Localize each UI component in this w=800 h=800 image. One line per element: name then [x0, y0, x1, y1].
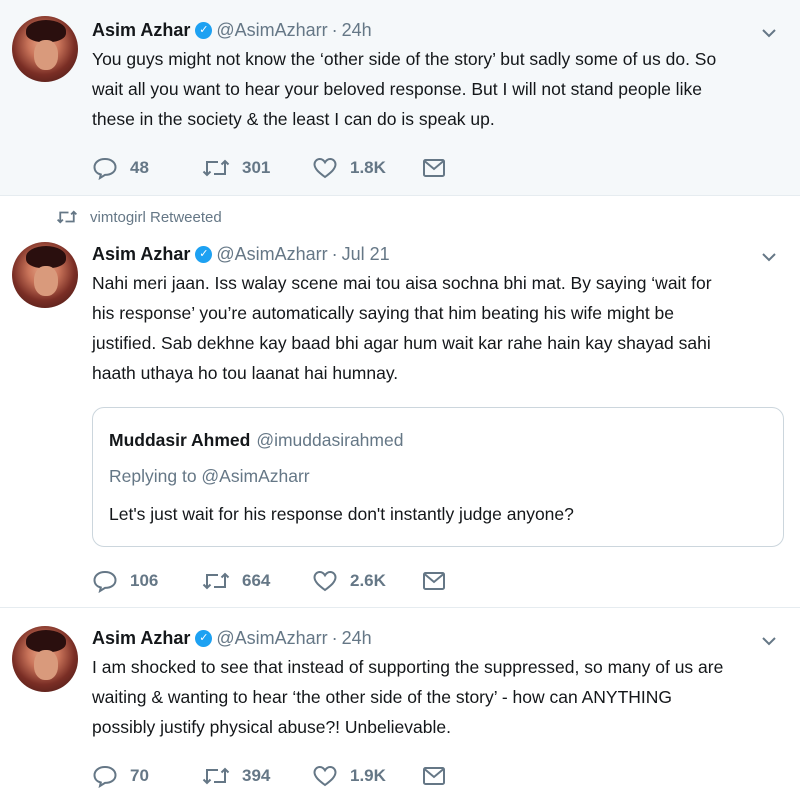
retweeted-by[interactable]: vimtogirl Retweeted: [90, 209, 222, 226]
dm-button[interactable]: [422, 570, 532, 592]
reply-icon: [93, 765, 117, 788]
timestamp[interactable]: 24h: [342, 628, 372, 649]
avatar[interactable]: [12, 626, 78, 692]
reply-button[interactable]: 106: [92, 569, 202, 593]
retweet-icon: [202, 159, 230, 177]
tweet-text-line: haath uthaya ho tou laanat hai humnay.: [92, 363, 399, 383]
tweet-actions: 48 301 1.8K: [92, 155, 532, 181]
chevron-down-icon[interactable]: [760, 248, 778, 266]
author-name[interactable]: Asim Azhar: [92, 628, 190, 649]
avatar[interactable]: [12, 242, 78, 308]
chevron-down-icon[interactable]: [760, 24, 778, 42]
author-handle[interactable]: @AsimAzharr: [216, 244, 327, 265]
tweet-text-line: wait all you want to hear your beloved r…: [92, 79, 702, 99]
separator: ·: [331, 627, 338, 648]
retweet-icon: [202, 767, 230, 785]
reply-icon: [93, 157, 117, 180]
tweet-text-line: waiting & wanting to hear ‘the other sid…: [92, 687, 673, 707]
tweet-text-line: I am shocked to see that instead of supp…: [92, 657, 724, 677]
tweet-text-line: these in the society & the least I can d…: [92, 109, 495, 129]
quoted-author-handle[interactable]: @imuddasirahmed: [256, 430, 403, 450]
reply-count: 70: [130, 766, 149, 785]
tweet-actions: 106 664 2.6K: [92, 568, 532, 594]
retweet-count: 664: [242, 571, 271, 590]
tweet-3[interactable]: Asim Azhar ✓ @AsimAzharr · 24h I am shoc…: [0, 608, 800, 800]
like-count: 1.8K: [350, 158, 386, 177]
reply-icon: [93, 570, 117, 593]
tweet-text: You guys might not know the ‘other side …: [92, 44, 782, 134]
chevron-down-icon[interactable]: [760, 632, 778, 650]
author-handle[interactable]: @AsimAzharr: [216, 628, 327, 649]
tweet-text-line: justified. Sab dekhne kay baad bhi agar …: [92, 333, 711, 353]
like-count: 1.9K: [350, 766, 386, 785]
envelope-icon: [423, 767, 445, 785]
retweet-icon: [56, 210, 78, 224]
verified-badge-icon: ✓: [195, 245, 213, 263]
envelope-icon: [423, 572, 445, 590]
quoted-tweet[interactable]: Muddasir Ahmed @imuddasirahmed Replying t…: [92, 407, 784, 547]
tweet-2[interactable]: vimtogirl Retweeted Asim Azhar ✓ @AsimAz…: [0, 196, 800, 608]
reply-count: 48: [130, 158, 149, 177]
tweet-header: Asim Azhar ✓ @AsimAzharr · Jul 21: [92, 242, 390, 266]
tweet-actions: 70 394 1.9K: [92, 763, 532, 789]
timestamp[interactable]: Jul 21: [342, 244, 390, 265]
tweet-text: Nahi meri jaan. Iss walay scene mai tou …: [92, 268, 782, 388]
quoted-tweet-header: Muddasir Ahmed @imuddasirahmed: [109, 430, 403, 451]
separator: ·: [331, 19, 338, 40]
verified-badge-icon: ✓: [195, 629, 213, 647]
author-name[interactable]: Asim Azhar: [92, 20, 190, 41]
like-button[interactable]: 2.6K: [312, 569, 422, 593]
verified-badge-icon: ✓: [195, 21, 213, 39]
dm-button[interactable]: [422, 765, 532, 787]
like-count: 2.6K: [350, 571, 386, 590]
tweet-text-line: possibly justify physical abuse?! Unbeli…: [92, 717, 451, 737]
like-button[interactable]: 1.8K: [312, 156, 422, 180]
heart-icon: [313, 765, 337, 787]
tweet-text-line: his response’ you’re automatically sayin…: [92, 303, 675, 323]
reply-button[interactable]: 70: [92, 764, 202, 788]
heart-icon: [313, 570, 337, 592]
tweet-text-line: You guys might not know the ‘other side …: [92, 49, 717, 69]
tweet-header: Asim Azhar ✓ @AsimAzharr · 24h: [92, 626, 372, 650]
replying-to[interactable]: Replying to @AsimAzharr: [109, 466, 310, 487]
heart-icon: [313, 157, 337, 179]
author-handle[interactable]: @AsimAzharr: [216, 20, 327, 41]
retweet-count: 301: [242, 158, 271, 177]
retweet-icon: [202, 572, 230, 590]
tweet-header: Asim Azhar ✓ @AsimAzharr · 24h: [92, 18, 372, 42]
reply-count: 106: [130, 571, 159, 590]
retweet-button[interactable]: 664: [202, 569, 312, 593]
author-name[interactable]: Asim Azhar: [92, 244, 190, 265]
dm-button[interactable]: [422, 157, 532, 179]
quoted-tweet-text: Let's just wait for his response don't i…: [109, 504, 574, 524]
retweet-context: vimtogirl Retweeted: [56, 208, 222, 226]
retweet-button[interactable]: 301: [202, 156, 312, 180]
tweet-text: I am shocked to see that instead of supp…: [92, 652, 782, 742]
retweet-count: 394: [242, 766, 271, 785]
separator: ·: [331, 243, 338, 264]
tweet-text-line: Nahi meri jaan. Iss walay scene mai tou …: [92, 273, 712, 293]
avatar[interactable]: [12, 16, 78, 82]
envelope-icon: [423, 159, 445, 177]
tweet-1[interactable]: Asim Azhar ✓ @AsimAzharr · 24h You guys …: [0, 0, 800, 196]
retweet-button[interactable]: 394: [202, 764, 312, 788]
reply-button[interactable]: 48: [92, 156, 202, 180]
timestamp[interactable]: 24h: [342, 20, 372, 41]
like-button[interactable]: 1.9K: [312, 764, 422, 788]
quoted-author-name[interactable]: Muddasir Ahmed: [109, 430, 250, 450]
